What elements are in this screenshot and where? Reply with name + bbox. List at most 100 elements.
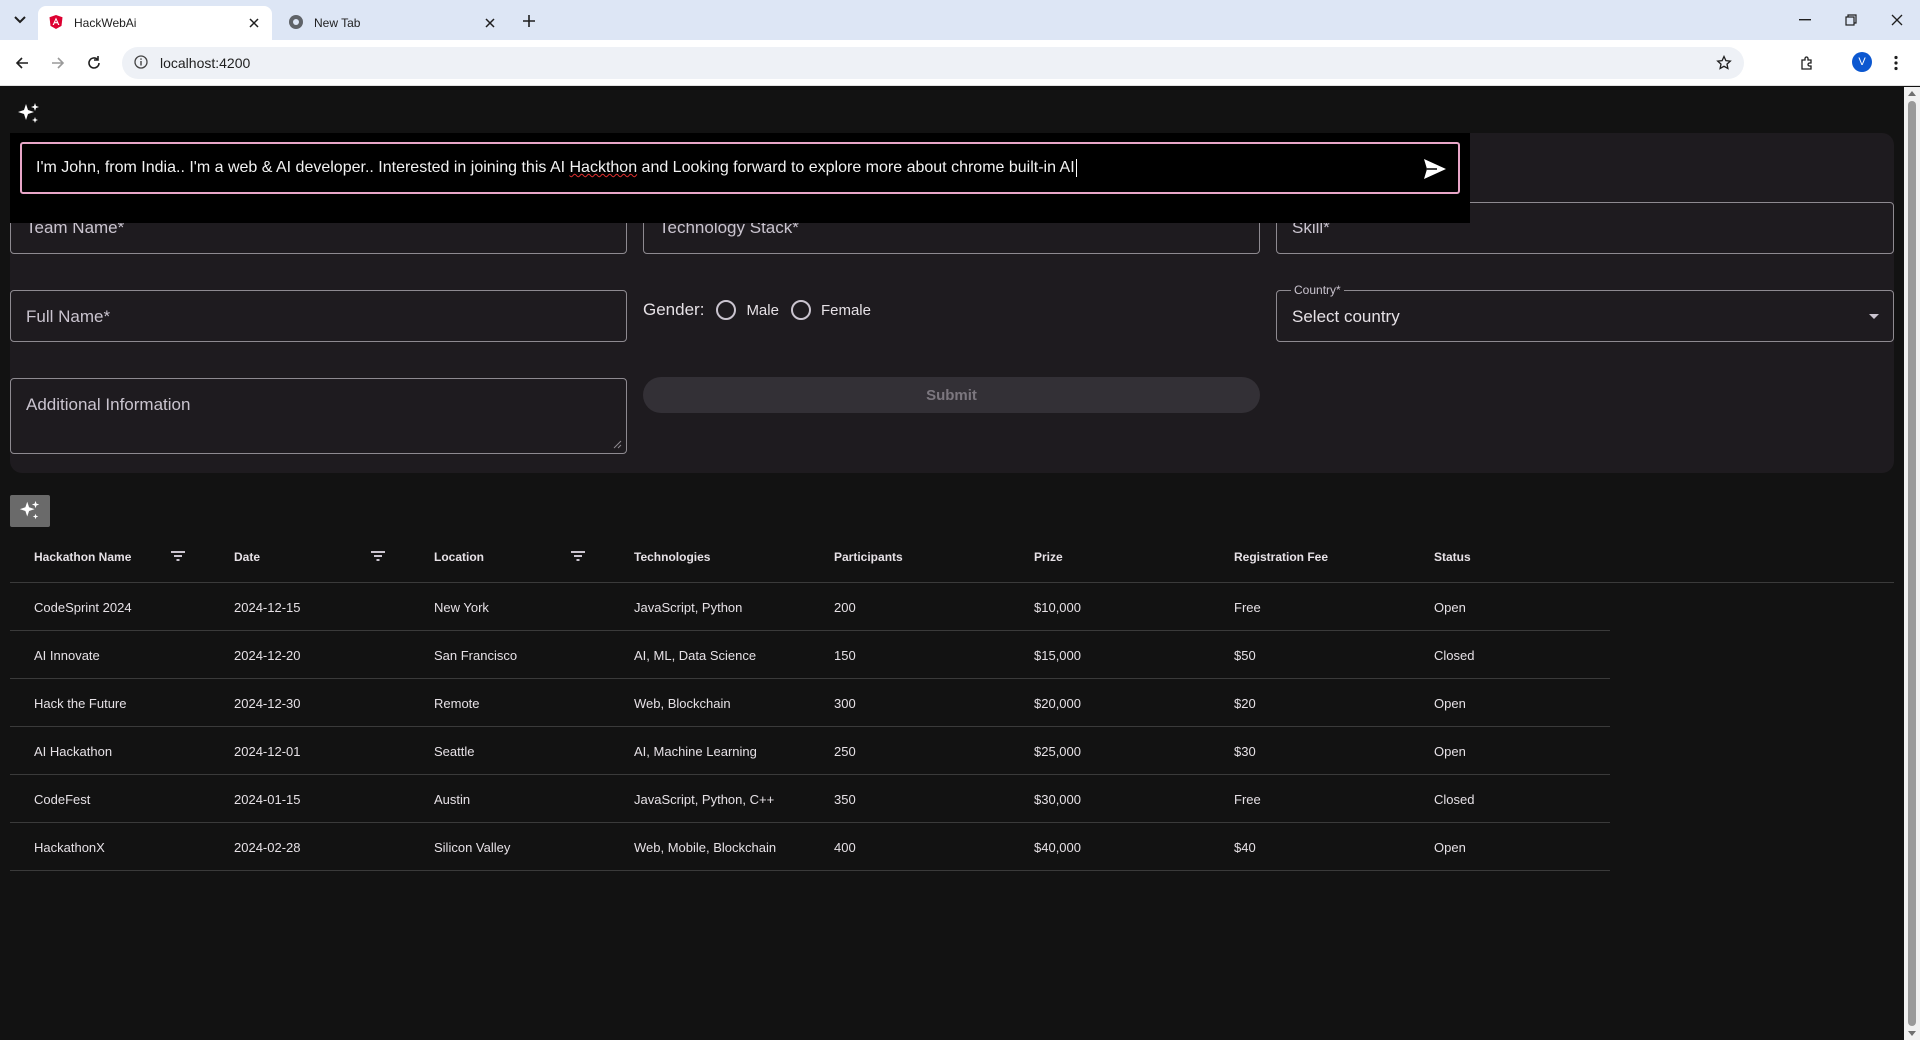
country-value: Select country [1292, 307, 1400, 326]
back-arrow-icon[interactable] [10, 51, 34, 75]
table-cell: 2024-01-15 [234, 791, 301, 807]
table-cell: $20,000 [1034, 695, 1081, 711]
tab-hackwebai[interactable]: HackWebAi [38, 6, 272, 40]
table-cell: $15,000 [1034, 647, 1081, 663]
bookmark-star-icon[interactable] [1714, 53, 1734, 73]
column-header[interactable]: Date [234, 531, 260, 583]
address-bar[interactable]: localhost:4200 [122, 47, 1744, 79]
table-cell: AI, Machine Learning [634, 743, 757, 759]
gender-female-label[interactable]: Female [821, 302, 871, 319]
additional-info-textarea[interactable]: Additional Information [10, 378, 627, 454]
table-cell: Remote [434, 695, 480, 711]
table-cell: CodeFest [34, 791, 91, 807]
new-tab-plus-icon[interactable] [518, 10, 540, 32]
table-cell: 2024-12-20 [234, 647, 301, 663]
ai-prompt-overlay: I'm John, from India.. I'm a web & AI de… [10, 133, 1470, 223]
resize-handle-icon[interactable] [613, 440, 622, 449]
full-name-field[interactable]: Full Name* [10, 290, 627, 342]
table-cell: $30,000 [1034, 791, 1081, 807]
reload-icon[interactable] [82, 51, 106, 75]
table-cell: $20 [1234, 695, 1256, 711]
extensions-puzzle-icon[interactable] [1796, 52, 1818, 74]
gender-label: Gender: [643, 300, 705, 319]
tab-title: HackWebAi [74, 16, 137, 30]
filter-icon[interactable] [570, 549, 586, 563]
ai-prompt-text: I'm John, from India.. I'm a web & AI de… [36, 158, 1077, 177]
scroll-down-icon[interactable] [1908, 1031, 1916, 1036]
close-window-icon[interactable] [1882, 8, 1912, 32]
gender-male-label[interactable]: Male [746, 302, 779, 319]
sparkle-icon[interactable] [16, 101, 42, 127]
full-name-label: Full Name* [26, 307, 111, 326]
page-content: Team Name* Technology Stack* Skill* Full… [0, 87, 1904, 1040]
table-cell: 350 [834, 791, 856, 807]
table-cell: Closed [1434, 647, 1475, 663]
minimize-icon[interactable] [1790, 8, 1820, 32]
gender-radio-group: Gender: Male Female [643, 297, 871, 323]
country-select[interactable]: Country* Select country [1276, 283, 1894, 342]
table-cell: $40,000 [1034, 839, 1081, 855]
column-header[interactable]: Hackathon Name [34, 531, 131, 583]
table-cell: Closed [1434, 791, 1475, 807]
send-icon[interactable] [1422, 157, 1448, 181]
close-tab-icon[interactable] [246, 15, 262, 31]
url-text: localhost:4200 [160, 55, 251, 71]
table-cell: Silicon Valley [434, 839, 511, 855]
table-cell: CodeSprint 2024 [34, 599, 132, 615]
table-cell: $40 [1234, 839, 1256, 855]
scrollbar-thumb[interactable] [1908, 101, 1916, 1026]
column-header[interactable]: Technologies [634, 531, 710, 583]
more-menu-icon[interactable] [1886, 52, 1906, 74]
table-cell: Free [1234, 599, 1261, 615]
table-row[interactable]: HackathonX 2024-02-28 Silicon Valley Web, M… [10, 823, 1610, 871]
table-cell: Open [1434, 695, 1466, 711]
table-cell: $30 [1234, 743, 1256, 759]
column-header[interactable]: Status [1434, 531, 1471, 583]
filter-icon[interactable] [170, 549, 186, 563]
column-header[interactable]: Location [434, 531, 484, 583]
profile-avatar[interactable]: V [1852, 52, 1872, 72]
page-scrollbar[interactable] [1904, 87, 1920, 1040]
scroll-up-icon[interactable] [1908, 91, 1916, 96]
table-row[interactable]: Hack the Future 2024-12-30 Remote Web, Bloc… [10, 679, 1610, 727]
forward-arrow-icon[interactable] [46, 51, 70, 75]
close-tab-icon[interactable] [482, 15, 498, 31]
browser-tabstrip: HackWebAi New Tab [0, 0, 1920, 40]
table-cell: Austin [434, 791, 471, 807]
table-cell: Open [1434, 839, 1466, 855]
table-cell: $25,000 [1034, 743, 1081, 759]
table-cell: New York [434, 599, 489, 615]
table-row[interactable]: AI Innovate 2024-12-20 San Francisco AI, ML… [10, 631, 1610, 679]
table-cell: San Francisco [434, 647, 518, 663]
table-cell: 200 [834, 599, 856, 615]
additional-info-label: Additional Information [26, 395, 191, 414]
country-label: Country* [1291, 283, 1344, 297]
restore-icon[interactable] [1836, 8, 1866, 32]
ai-prompt-input[interactable]: I'm John, from India.. I'm a web & AI de… [20, 142, 1460, 194]
submit-button[interactable]: Submit [643, 377, 1260, 413]
column-header[interactable]: Registration Fee [1234, 531, 1328, 583]
tab-new-tab[interactable]: New Tab [278, 6, 508, 40]
gender-male-radio[interactable] [716, 300, 737, 320]
gender-female-radio[interactable] [790, 300, 811, 320]
column-header[interactable]: Prize [1034, 531, 1063, 583]
column-header[interactable]: Participants [834, 531, 903, 583]
browser-toolbar: localhost:4200 [0, 40, 1920, 86]
site-info-icon[interactable] [134, 54, 148, 72]
table-cell: Hack the Future [34, 695, 127, 711]
table-row[interactable]: CodeFest 2024-01-15 Austin JavaScript, Pyth… [10, 775, 1610, 823]
ai-sparkle-button[interactable] [10, 495, 50, 527]
table-row[interactable]: CodeSprint 2024 2024-12-15 New York JavaScr… [10, 583, 1610, 631]
filter-icon[interactable] [370, 549, 386, 563]
tab-search-chevron-icon[interactable] [8, 8, 32, 32]
table-cell: JavaScript, Python [634, 599, 743, 615]
table-cell: AI Innovate [34, 647, 100, 663]
table-cell: 250 [834, 743, 856, 759]
table-cell: 2024-12-30 [234, 695, 301, 711]
table-row[interactable]: AI Hackathon 2024-12-01 Seattle AI, Machine… [10, 727, 1610, 775]
table-cell: 2024-12-01 [234, 743, 301, 759]
table-cell: $50 [1234, 647, 1256, 663]
table-cell: 300 [834, 695, 856, 711]
table-cell: Web, Mobile, Blockchain [634, 839, 777, 855]
table-cell: 150 [834, 647, 856, 663]
